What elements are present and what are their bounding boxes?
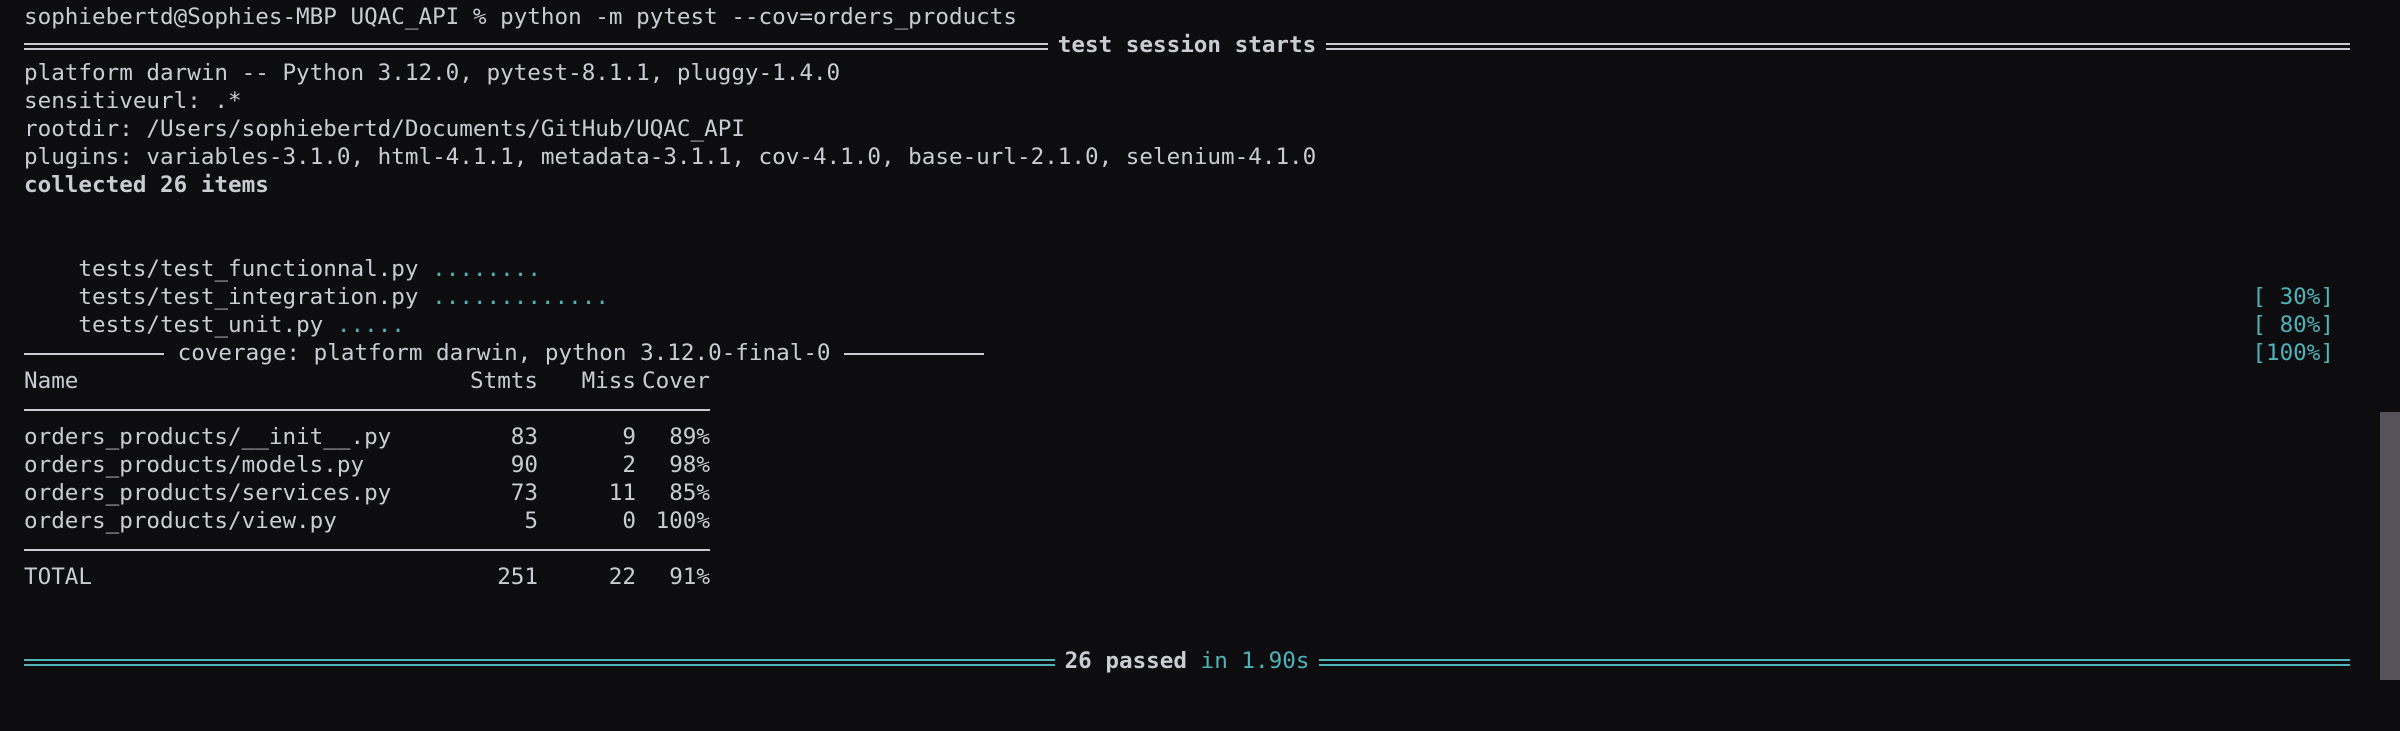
column-header-miss: Miss <box>581 368 636 394</box>
separator-rule-left <box>24 658 1055 666</box>
row-stmts: 90 <box>510 452 538 478</box>
row-cover: 89% <box>669 424 710 450</box>
row-cover: 100% <box>655 508 710 534</box>
test-file-row: tests/test_functionnal.py ........ [ 30%… <box>24 227 2334 310</box>
summary-separator: 26 passed in 1.90s <box>24 647 2350 675</box>
table-row: orders_products/models.py 90 2 98% <box>24 451 710 479</box>
total-miss: 22 <box>608 564 636 590</box>
row-name: orders_products/__init__.py <box>24 424 392 450</box>
plugins-line: plugins: variables-3.1.0, html-4.1.1, me… <box>24 144 1317 170</box>
total-cover: 91% <box>669 564 710 590</box>
table-row: orders_products/view.py 5 0 100% <box>24 507 710 535</box>
row-miss: 11 <box>608 480 636 506</box>
scrollbar-thumb[interactable] <box>2380 412 2400 680</box>
session-header: test session starts <box>1057 32 1317 58</box>
row-miss: 2 <box>622 452 636 478</box>
separator-rule-right <box>1319 658 2350 666</box>
sensitiveurl-line: sensitiveurl: .* <box>24 88 242 114</box>
terminal-output[interactable]: sophiebertd@Sophies-MBP UQAC_API % pytho… <box>24 0 2354 680</box>
row-name: orders_products/view.py <box>24 508 337 534</box>
coverage-table-header: Name Stmts Miss Cover <box>24 367 710 395</box>
table-rule <box>24 409 710 411</box>
test-file-path: tests/test_unit.py <box>78 312 324 338</box>
session-start-separator: test session starts <box>24 31 2351 59</box>
row-name: orders_products/models.py <box>24 452 365 478</box>
column-header-stmts: Stmts <box>469 368 538 394</box>
passed-count: 26 passed <box>1064 648 1187 674</box>
duration: in 1.90s <box>1200 648 1310 674</box>
row-cover: 85% <box>669 480 710 506</box>
test-file-row: tests/test_unit.py ..... [100%] <box>24 283 2334 366</box>
column-header-cover: Cover <box>641 368 710 394</box>
coverage-rule-right <box>844 353 985 355</box>
row-miss: 9 <box>622 424 636 450</box>
shell-prompt: sophiebertd@Sophies-MBP UQAC_API % pytho… <box>24 4 1017 30</box>
row-cover: 98% <box>669 452 710 478</box>
coverage-header: coverage: platform darwin, python 3.12.0… <box>164 340 845 366</box>
table-row: orders_products/services.py 73 11 85% <box>24 479 710 507</box>
rootdir-line: rootdir: /Users/sophiebertd/Documents/Gi… <box>24 116 745 142</box>
collected-line: collected 26 items <box>24 172 269 198</box>
row-name: orders_products/services.py <box>24 480 392 506</box>
coverage-header-row: coverage: platform darwin, python 3.12.0… <box>24 339 985 367</box>
column-header-name: Name <box>24 368 79 394</box>
test-progress-percent: [ 80%] <box>2252 312 2334 338</box>
separator-rule-left <box>24 42 1048 50</box>
test-progress-percent: [100%] <box>2252 340 2334 366</box>
row-stmts: 73 <box>510 480 538 506</box>
row-miss: 0 <box>622 508 636 534</box>
test-file-row: tests/test_integration.py ............. … <box>24 255 2334 338</box>
table-total-row: TOTAL 251 22 91% <box>24 563 710 591</box>
table-row: orders_products/__init__.py 83 9 89% <box>24 423 710 451</box>
coverage-rule-left <box>24 353 164 355</box>
total-stmts: 251 <box>497 564 538 590</box>
platform-line: platform darwin -- Python 3.12.0, pytest… <box>24 60 841 86</box>
total-label: TOTAL <box>24 564 93 590</box>
row-stmts: 5 <box>524 508 538 534</box>
separator-rule-right <box>1326 42 2351 50</box>
table-rule <box>24 549 710 551</box>
row-stmts: 83 <box>510 424 538 450</box>
test-progress-dots: ..... <box>336 312 405 338</box>
